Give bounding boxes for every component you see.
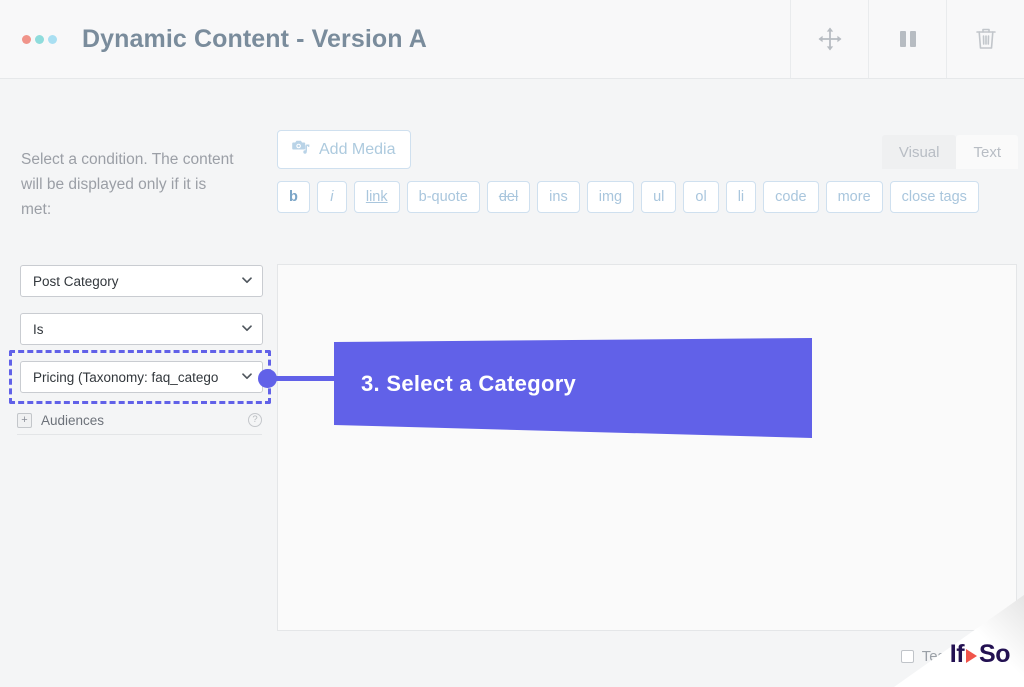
quicktag-toolbar: b i link b-quote del ins img ul ol li co… — [277, 181, 1024, 213]
editor-textarea[interactable] — [277, 264, 1017, 631]
delete-button[interactable] — [946, 0, 1024, 78]
salmon-dot-icon — [22, 34, 31, 44]
quicktag-b[interactable]: b — [277, 181, 310, 213]
logo-part-if: If — [949, 640, 965, 668]
quicktag-ol[interactable]: ol — [683, 181, 719, 213]
quicktag-img[interactable]: img — [586, 181, 635, 213]
tab-visual-label: Visual — [898, 144, 940, 161]
condition-operator-value: Is — [33, 321, 44, 337]
move-button[interactable] — [790, 0, 868, 78]
play-triangle-icon — [966, 648, 978, 663]
quicktag-li[interactable]: li — [725, 181, 757, 213]
editor-mode-tabs: Visual Text — [881, 135, 1018, 169]
condition-value-text: Pricing (Taxonomy: faq_catego — [33, 369, 219, 385]
titlebar-left-group: Dynamic Content - Version A — [0, 0, 790, 78]
add-media-label: Add Media — [319, 140, 396, 158]
condition-operator-select[interactable]: Is — [20, 313, 263, 345]
condition-value-select[interactable]: Pricing (Taxonomy: faq_catego — [20, 361, 263, 393]
callout-banner: 3. Select a Category — [334, 338, 812, 438]
chevron-down-icon — [240, 369, 254, 386]
audiences-label: Audiences — [41, 412, 105, 428]
tab-text[interactable]: Text — [956, 135, 1018, 169]
add-media-button[interactable]: Add Media — [277, 130, 411, 169]
page-title: Dynamic Content - Version A — [82, 24, 427, 53]
condition-instructions: Select a condition. The content will be … — [21, 151, 234, 218]
chevron-down-icon — [240, 321, 254, 338]
quicktag-link[interactable]: link — [353, 181, 400, 213]
quicktag-close-tags[interactable]: close tags — [889, 181, 979, 213]
testing-mode-checkbox[interactable] — [900, 650, 914, 663]
ifso-logo: If So — [949, 640, 1011, 669]
condition-sidebar: Select a condition. The content will be … — [0, 79, 277, 687]
quicktag-i[interactable]: i — [316, 181, 347, 213]
quicktag-del[interactable]: del — [486, 181, 531, 213]
condition-type-value: Post Category — [33, 273, 119, 289]
audiences-row[interactable]: + Audiences ? — [17, 406, 262, 435]
condition-type-select[interactable]: Post Category — [20, 265, 263, 297]
quicktag-more[interactable]: more — [825, 181, 883, 213]
help-icon[interactable]: ? — [248, 413, 262, 427]
chevron-down-icon — [240, 273, 254, 290]
logo-part-so: So — [979, 640, 1010, 668]
quicktag-code[interactable]: code — [763, 181, 819, 213]
quicktag-ins[interactable]: ins — [537, 181, 580, 213]
trash-icon — [973, 25, 999, 53]
expand-plus-icon[interactable]: + — [17, 412, 32, 428]
window-titlebar: Dynamic Content - Version A — [0, 0, 1024, 79]
status-dots — [22, 34, 57, 44]
pause-icon — [897, 27, 919, 51]
teal-dot-icon — [35, 34, 44, 44]
pause-button[interactable] — [868, 0, 946, 78]
sky-dot-icon — [48, 34, 57, 44]
callout-connector-line — [272, 376, 340, 381]
quicktag-b-quote[interactable]: b-quote — [406, 181, 480, 213]
tab-text-label: Text — [973, 144, 1001, 161]
move-handle-icon — [817, 26, 843, 52]
media-camera-icon — [290, 137, 310, 162]
tab-visual[interactable]: Visual — [881, 135, 957, 169]
callout-text: 3. Select a Category — [361, 371, 577, 396]
quicktag-ul[interactable]: ul — [641, 181, 677, 213]
